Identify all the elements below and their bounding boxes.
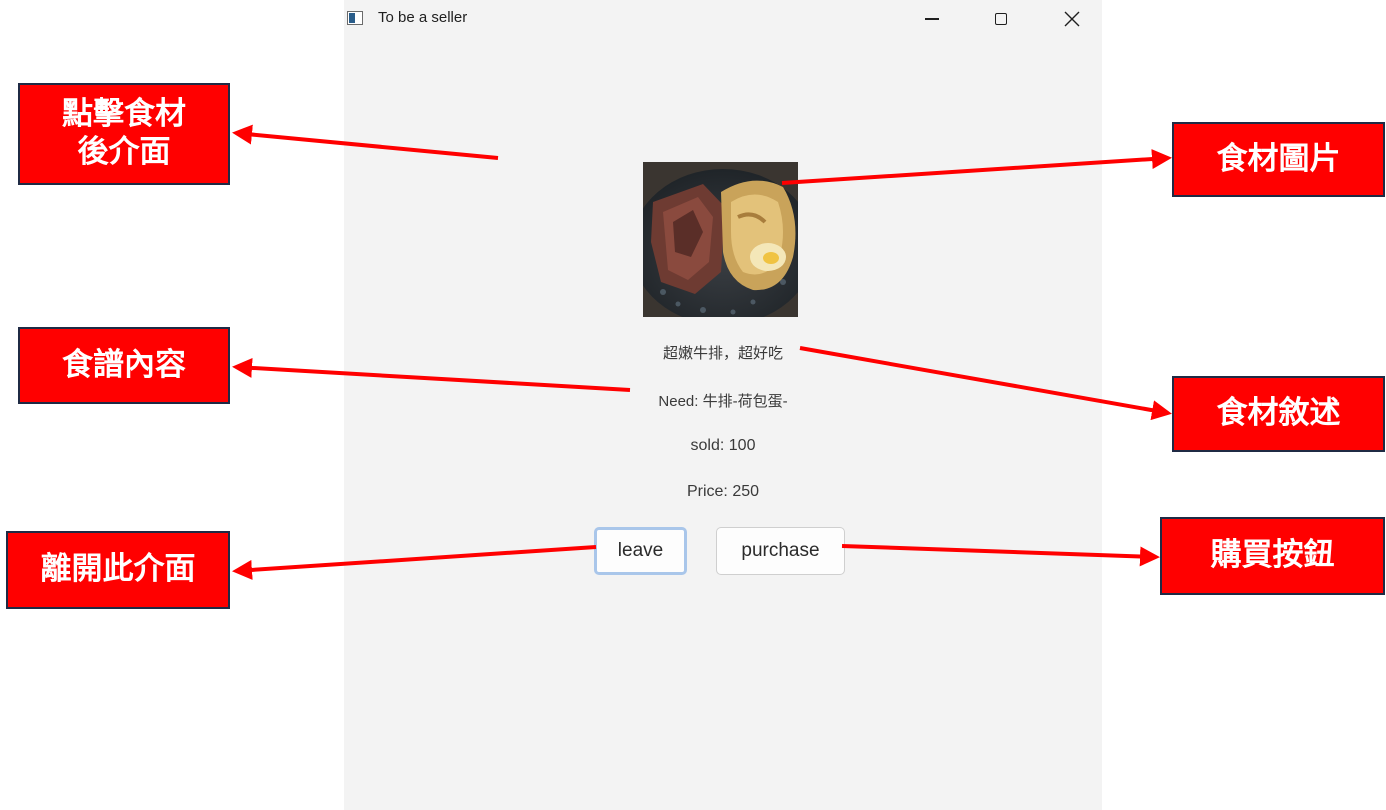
arrow-leave [232,545,597,580]
annotation-ingredient-description: 食材敘述 [1172,376,1385,452]
arrow-image [781,149,1172,185]
annotation-interface-line1: 點擊食材 [62,96,186,133]
annotation-ingredient-image: 食材圖片 [1172,122,1385,197]
arrow-purchase [841,544,1160,567]
annotation-interface-line2: 後介面 [77,134,171,170]
arrow-interface [232,124,499,160]
annotation-purchase-button: 購買按鈕 [1160,517,1385,595]
arrow-description [799,346,1172,421]
annotation-interface-after-click: 點擊食材 後介面 [18,83,230,185]
annotation-recipe-content: 食譜內容 [18,327,230,404]
annotation-leave-interface: 離開此介面 [6,531,230,609]
arrow-recipe [232,357,631,392]
